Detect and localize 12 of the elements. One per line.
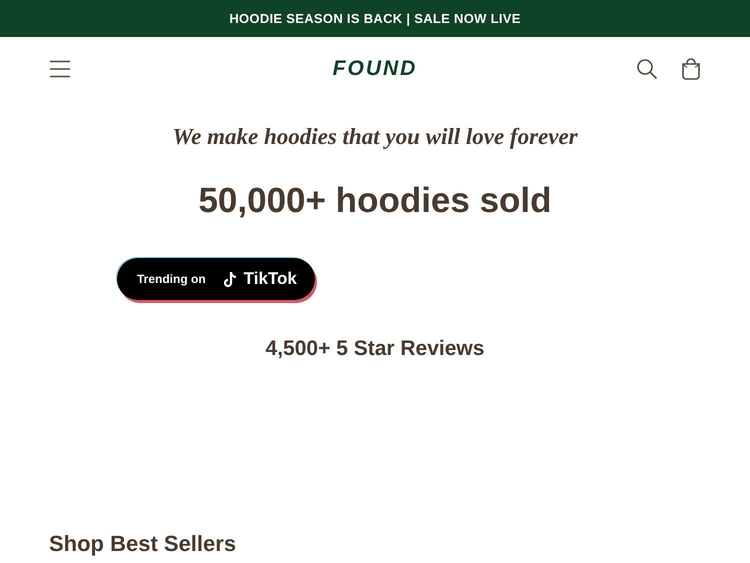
brand-name: TikTok <box>244 269 297 289</box>
search-icon[interactable] <box>636 58 658 80</box>
menu-icon[interactable] <box>49 60 71 78</box>
announcement-text: HOODIE SEASON IS BACK | SALE NOW LIVE <box>229 11 521 26</box>
logo[interactable]: FOUND <box>332 56 418 80</box>
tagline: We make hoodies that you will love forever <box>171 123 579 151</box>
reviews-text: 4,500+ 5 Star Reviews <box>264 337 486 361</box>
music-note-icon <box>224 270 238 288</box>
badge-text: Trending on <box>137 272 206 286</box>
bag-icon[interactable] <box>680 58 702 80</box>
headline: 50,000+ hoodies sold <box>197 180 553 222</box>
section-title: Shop Best Sellers <box>49 531 238 557</box>
